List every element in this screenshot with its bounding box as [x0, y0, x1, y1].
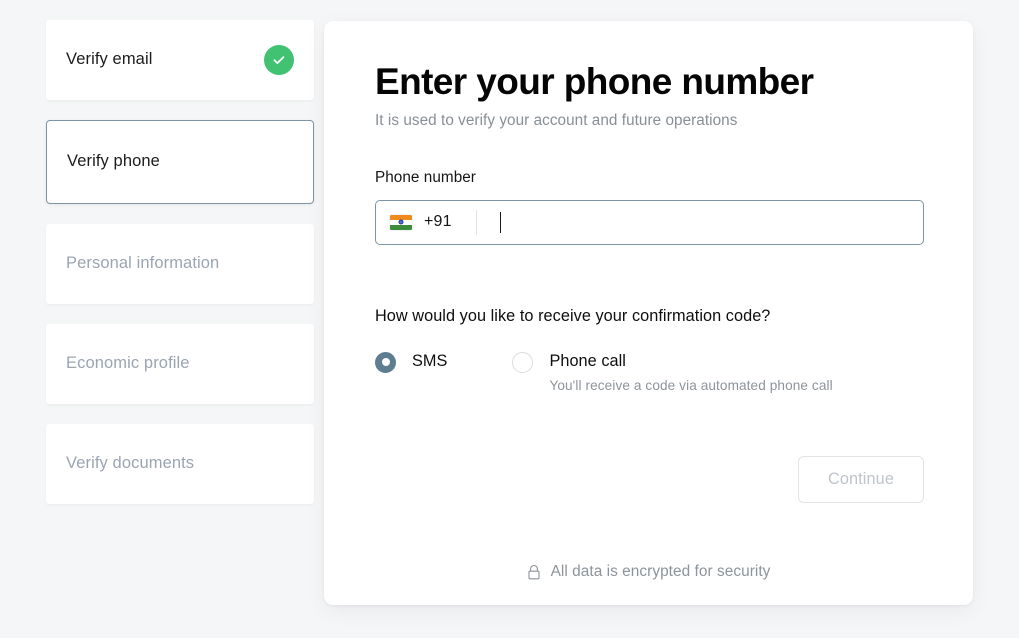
sidebar-item-verify-phone[interactable]: Verify phone: [46, 120, 314, 204]
input-divider: [475, 209, 477, 235]
sidebar-item-economic-profile[interactable]: Economic profile: [46, 324, 314, 404]
verify-phone-card: Enter your phone number It is used to ve…: [324, 21, 973, 605]
continue-button-row: Continue: [375, 455, 924, 503]
phone-number-label: Phone number: [375, 168, 476, 186]
india-flag-icon: [390, 214, 412, 230]
radio-phone-call-indicator[interactable]: [512, 351, 534, 373]
sidebar-item-label: Verify documents: [66, 454, 195, 473]
radio-option-sms[interactable]: SMS: [375, 351, 447, 373]
sidebar-item-personal-information[interactable]: Personal information: [46, 224, 314, 304]
text-caret: [499, 211, 502, 233]
country-dial-code[interactable]: +91: [424, 213, 452, 231]
delivery-method-radio-group: SMS Phone call You'll receive a code via…: [375, 351, 923, 393]
radio-option-label: Phone call: [549, 351, 626, 370]
lock-icon: [527, 564, 541, 581]
onboarding-page: Verify email Verify phone Personal infor…: [0, 0, 1019, 638]
encryption-notice: All data is encrypted for security: [324, 563, 973, 581]
check-circle-icon: [264, 45, 294, 75]
radio-sms-indicator[interactable]: [375, 351, 396, 373]
continue-button[interactable]: Continue: [798, 455, 924, 503]
radio-option-label: SMS: [412, 351, 448, 370]
encryption-notice-text: All data is encrypted for security: [550, 563, 771, 580]
page-title: Enter your phone number: [375, 61, 814, 102]
sidebar-item-label: Verify email: [66, 50, 153, 69]
radio-option-phone-call[interactable]: Phone call You'll receive a code via aut…: [512, 351, 833, 393]
page-subtitle: It is used to verify your account and fu…: [375, 111, 738, 129]
sidebar-item-label: Verify phone: [67, 152, 160, 171]
phone-number-input[interactable]: +91: [375, 199, 924, 245]
sidebar-item-verify-documents[interactable]: Verify documents: [46, 424, 314, 504]
sidebar-item-verify-email[interactable]: Verify email: [46, 20, 314, 100]
onboarding-steps-sidebar: Verify email Verify phone Personal infor…: [46, 20, 314, 524]
sidebar-item-label: Economic profile: [66, 354, 190, 373]
sidebar-item-label: Personal information: [66, 254, 220, 273]
radio-option-hint: You'll receive a code via automated phon…: [549, 377, 833, 393]
delivery-method-question: How would you like to receive your confi…: [375, 306, 771, 325]
